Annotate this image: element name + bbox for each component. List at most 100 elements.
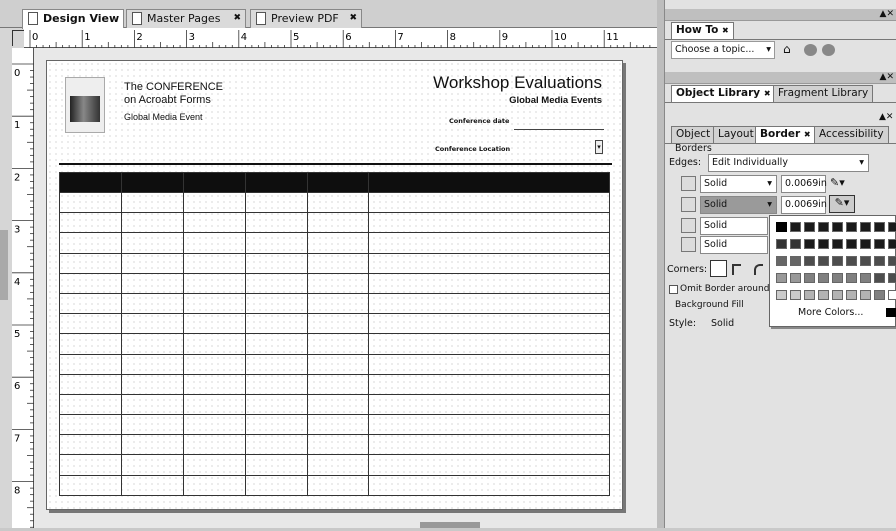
table-cell[interactable]	[244, 191, 308, 214]
fill-style-value[interactable]: Solid	[711, 318, 734, 329]
color-swatch[interactable]	[874, 290, 885, 300]
table-cell[interactable]	[368, 191, 610, 214]
color-swatch[interactable]	[832, 256, 843, 266]
tab-master-pages[interactable]: Master Pages ✖	[126, 9, 246, 28]
table-cell[interactable]	[368, 313, 610, 335]
table-cell[interactable]	[244, 353, 308, 375]
edge-swatch[interactable]	[681, 218, 696, 233]
color-swatch[interactable]	[860, 222, 871, 232]
tab-layout[interactable]: Layout	[713, 126, 759, 143]
table-cell[interactable]	[368, 373, 610, 395]
table-cell[interactable]	[120, 292, 184, 315]
table-cell[interactable]	[182, 333, 246, 355]
table-cell[interactable]	[306, 454, 370, 476]
table-cell[interactable]	[306, 353, 370, 375]
table-cell[interactable]	[244, 434, 308, 456]
table-cell[interactable]	[120, 414, 184, 436]
color-swatch[interactable]	[832, 290, 843, 300]
header-cell[interactable]	[182, 172, 246, 193]
table-cell[interactable]	[244, 333, 308, 355]
table-cell[interactable]	[306, 474, 370, 496]
corner-bevel-icon[interactable]	[732, 264, 741, 275]
table-cell[interactable]	[59, 212, 122, 234]
color-swatch[interactable]	[874, 256, 885, 266]
color-swatch[interactable]	[888, 256, 896, 266]
color-swatch[interactable]	[804, 273, 815, 283]
table-cell[interactable]	[306, 434, 370, 456]
tab-design-view[interactable]: Design View	[22, 9, 124, 29]
edge-width-field[interactable]: 0.0069in	[781, 196, 827, 214]
bottom-panel-grip[interactable]	[420, 522, 480, 528]
panel-controls[interactable]: ▲✕	[880, 9, 894, 19]
table-cell[interactable]	[182, 474, 246, 496]
table-cell[interactable]	[120, 474, 184, 496]
table-cell[interactable]	[182, 272, 246, 294]
table-cell[interactable]	[182, 393, 246, 416]
table-cell[interactable]	[244, 474, 308, 496]
color-swatch[interactable]	[804, 239, 815, 249]
table-cell[interactable]	[306, 232, 370, 254]
tab-accessibility[interactable]: Accessibility	[814, 126, 889, 143]
table-cell[interactable]	[120, 232, 184, 254]
forward-icon[interactable]	[822, 44, 835, 56]
howto-topic-select[interactable]: Choose a topic... ▾	[671, 41, 775, 59]
table-cell[interactable]	[59, 454, 122, 476]
close-icon[interactable]: ✖	[804, 130, 811, 139]
table-cell[interactable]	[182, 353, 246, 375]
color-swatch[interactable]	[874, 239, 885, 249]
color-swatch[interactable]	[818, 222, 829, 232]
corner-square-icon[interactable]	[710, 260, 727, 277]
table-cell[interactable]	[306, 414, 370, 436]
table-cell[interactable]	[59, 353, 122, 375]
home-icon[interactable]: ⌂	[783, 42, 791, 56]
table-cell[interactable]	[59, 333, 122, 355]
color-swatch[interactable]	[888, 273, 896, 283]
color-swatch[interactable]	[776, 290, 787, 300]
table-cell[interactable]	[120, 212, 184, 234]
close-icon[interactable]: ✖	[722, 26, 729, 35]
color-swatch[interactable]	[790, 222, 801, 232]
color-swatch[interactable]	[804, 290, 815, 300]
edge-style-select[interactable]: Solid ▾	[700, 175, 777, 193]
table-cell[interactable]	[244, 313, 308, 335]
tab-object[interactable]: Object	[671, 126, 716, 143]
table-cell[interactable]	[120, 454, 184, 476]
color-swatch[interactable]	[818, 290, 829, 300]
color-swatch[interactable]	[832, 239, 843, 249]
header-cell[interactable]	[244, 172, 308, 193]
table-cell[interactable]	[244, 272, 308, 294]
table-cell[interactable]	[182, 252, 246, 274]
close-icon[interactable]: ✖	[349, 10, 357, 27]
color-swatch[interactable]	[846, 222, 857, 232]
table-cell[interactable]	[306, 313, 370, 335]
panel-controls[interactable]: ▲✕	[880, 72, 894, 82]
table-cell[interactable]	[120, 353, 184, 375]
omit-border-checkbox[interactable]	[669, 285, 678, 294]
edge-swatch[interactable]	[681, 197, 696, 212]
panel-splitter[interactable]	[657, 0, 665, 528]
header-cell[interactable]	[59, 172, 122, 193]
color-swatch[interactable]	[874, 273, 885, 283]
table-cell[interactable]	[368, 252, 610, 274]
table-cell[interactable]	[59, 272, 122, 294]
table-cell[interactable]	[306, 393, 370, 416]
edge-swatch[interactable]	[681, 176, 696, 191]
table-cell[interactable]	[59, 414, 122, 436]
table-cell[interactable]	[59, 232, 122, 254]
table-cell[interactable]	[368, 454, 610, 476]
color-swatch[interactable]	[846, 239, 857, 249]
more-colors-link[interactable]: More Colors...	[798, 307, 863, 318]
table-cell[interactable]	[120, 434, 184, 456]
color-swatch[interactable]	[860, 256, 871, 266]
table-cell[interactable]	[306, 292, 370, 315]
header-cell[interactable]	[120, 172, 184, 193]
table-cell[interactable]	[182, 373, 246, 395]
table-cell[interactable]	[368, 474, 610, 496]
table-cell[interactable]	[244, 292, 308, 315]
close-icon[interactable]: ✖	[764, 89, 771, 98]
evaluation-table[interactable]	[59, 172, 610, 496]
color-swatch[interactable]	[818, 256, 829, 266]
table-cell[interactable]	[244, 232, 308, 254]
table-cell[interactable]	[368, 393, 610, 416]
table-cell[interactable]	[244, 454, 308, 476]
